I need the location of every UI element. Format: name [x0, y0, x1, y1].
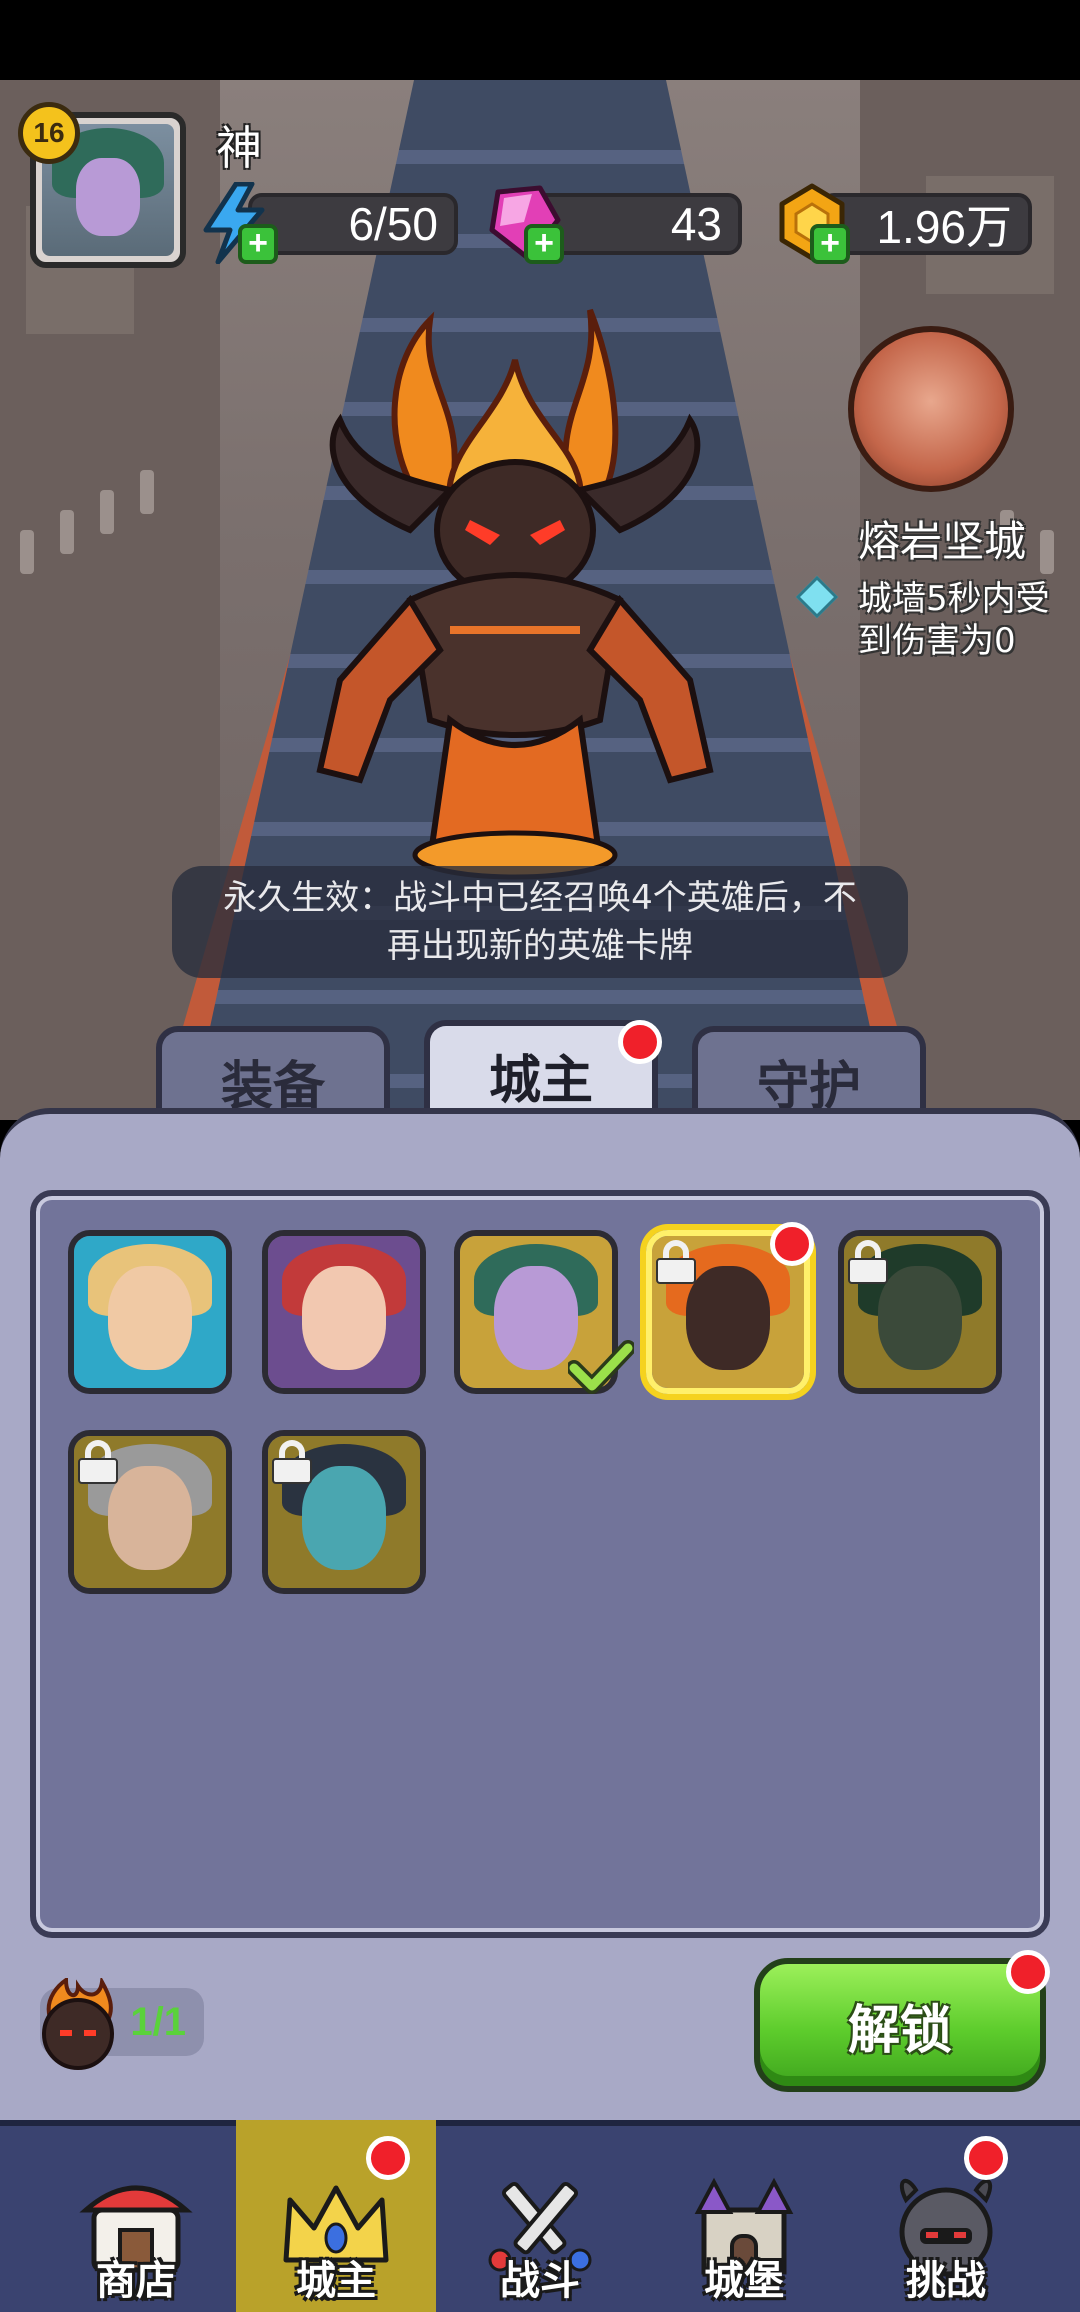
lock-icon: [78, 1440, 118, 1484]
add-gem-icon[interactable]: +: [524, 224, 564, 264]
skill-description: 城墙5秒内受到伤害为0: [858, 579, 1050, 661]
lock-icon: [656, 1240, 696, 1284]
nav-shop[interactable]: 商店: [36, 2120, 236, 2312]
notification-dot: [770, 1222, 814, 1266]
nav-label: 战斗: [500, 2258, 580, 2304]
nav-label: 城主: [296, 2258, 376, 2304]
permanent-effect-box: 永久生效：战斗中已经召唤4个英雄后，不再出现新的英雄卡牌: [172, 866, 908, 978]
add-energy-icon[interactable]: +: [238, 224, 278, 264]
nav-challenge[interactable]: 挑战: [846, 2120, 1046, 2312]
shard-count-value: 1/1: [130, 1999, 186, 2044]
skill-name: 熔岩坚城: [858, 517, 1027, 566]
baluster: [100, 490, 114, 534]
notification-dot: [964, 2136, 1008, 2180]
nav-battle[interactable]: 战斗: [440, 2120, 640, 2312]
baluster: [20, 530, 34, 574]
baluster: [140, 470, 154, 514]
hero-card-red-sorceress[interactable]: [262, 1230, 426, 1394]
tab-label: 城主: [488, 1050, 593, 1111]
lava-golem-shard-icon: [42, 1978, 114, 2070]
lava-golem-figure: [316, 308, 714, 880]
player-name: 神: [216, 121, 262, 175]
notification-dot: [1006, 1950, 1050, 1994]
unlock-button-label: 解锁: [847, 2000, 952, 2061]
lock-icon: [272, 1440, 312, 1484]
nav-label: 挑战: [906, 2258, 986, 2304]
baluster: [60, 510, 74, 554]
notification-dot: [618, 1020, 662, 1064]
notification-dot: [366, 2136, 410, 2180]
nav-castle[interactable]: 城堡: [644, 2120, 844, 2312]
status-bar: [0, 0, 1080, 80]
hero-card-blonde-elf[interactable]: [68, 1230, 232, 1394]
gold-value: 1.96万: [876, 201, 1012, 253]
skill-emblem-icon[interactable]: [848, 326, 1014, 492]
unlock-button[interactable]: 解锁: [754, 1958, 1046, 2092]
nav-label: 商店: [96, 2258, 176, 2304]
permanent-effect-text: 永久生效：战斗中已经召唤4个英雄后，不再出现新的英雄卡牌: [223, 878, 857, 966]
add-gold-icon[interactable]: +: [810, 224, 850, 264]
player-level-badge: 16: [18, 102, 80, 164]
nav-label: 城堡: [704, 2258, 784, 2304]
energy-bar: 6/50: [248, 193, 458, 255]
equipped-check-icon: [568, 1340, 634, 1394]
gem-value: 43: [670, 198, 722, 250]
lock-icon: [848, 1240, 888, 1284]
energy-value: 6/50: [348, 198, 438, 250]
baluster: [1040, 530, 1054, 574]
